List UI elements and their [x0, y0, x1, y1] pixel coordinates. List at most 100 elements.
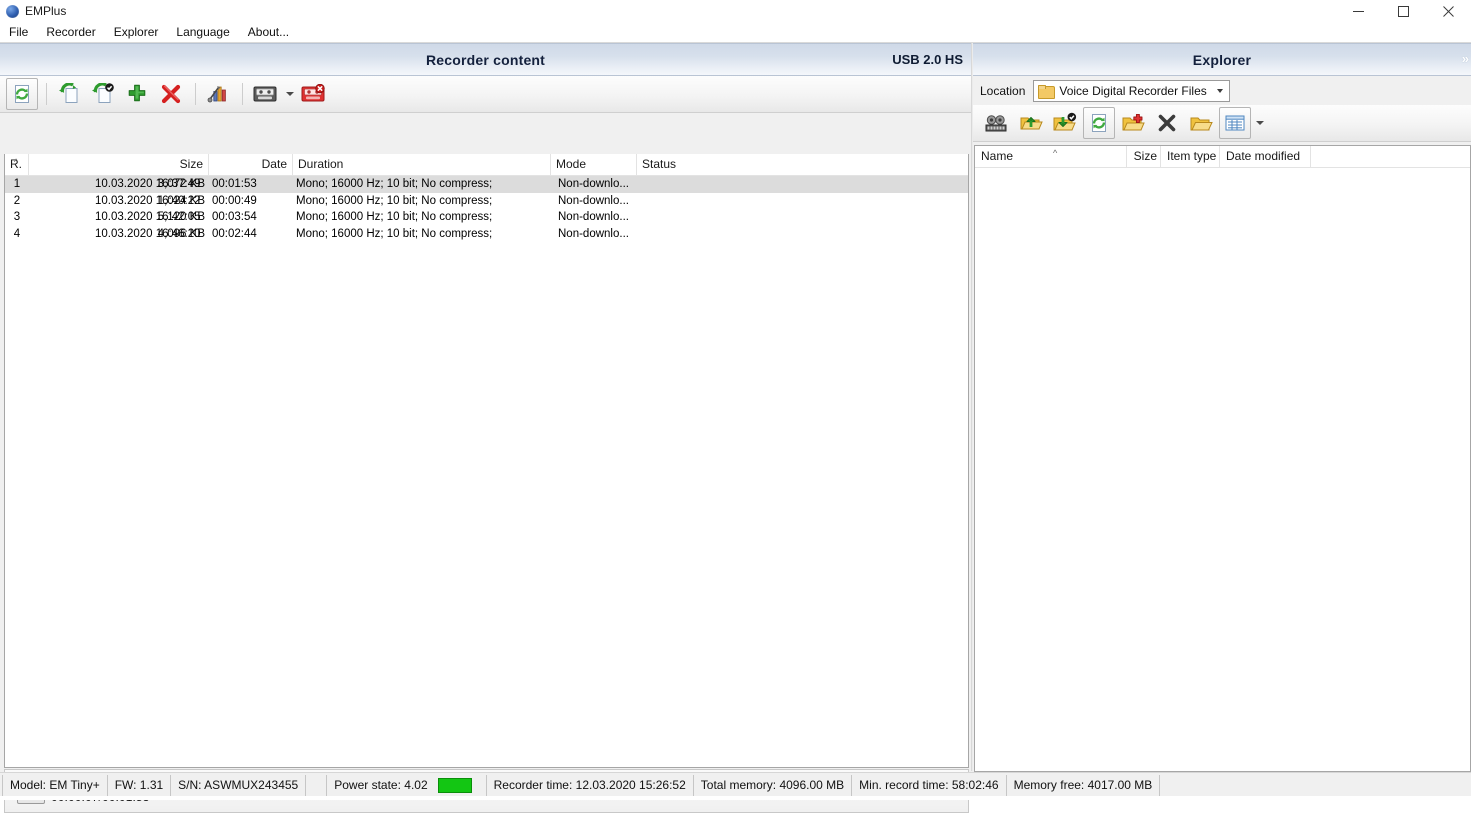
signal-tools-button[interactable] — [202, 78, 234, 110]
explorer-location-bar: Location Voice Digital Recorder Files — [973, 76, 1471, 105]
refresh-page-icon — [1089, 113, 1109, 133]
delete-record-button[interactable] — [155, 78, 187, 110]
delete-file-button[interactable] — [1151, 107, 1183, 139]
column-header-date-modified[interactable]: Date modified — [1220, 146, 1311, 167]
column-header-mode[interactable]: Mode — [551, 154, 637, 175]
cassette-icon — [252, 84, 278, 104]
minimize-icon — [1353, 6, 1364, 17]
explorer-toolbar — [973, 105, 1471, 142]
erase-recorder-button[interactable] — [297, 78, 329, 110]
explorer-file-list[interactable]: Name ^ Size Item type Date modified — [974, 145, 1471, 772]
application-window: EMPlus File Recorder Explore — [0, 0, 1471, 800]
menu-file[interactable]: File — [0, 24, 37, 42]
location-dropdown-button[interactable] — [1211, 89, 1229, 93]
location-value: Voice Digital Recorder Files — [1059, 84, 1211, 98]
status-serial-number: S/N: ASWMUX243455 — [171, 775, 306, 796]
location-select[interactable]: Voice Digital Recorder Files — [1033, 80, 1230, 102]
menu-about[interactable]: About... — [239, 24, 298, 42]
recorder-panel-header: Recorder content USB 2.0 HS — [0, 43, 971, 76]
recorder-settings-dropdown[interactable] — [283, 79, 297, 109]
download-all-button[interactable] — [87, 78, 119, 110]
column-header-size[interactable]: Size — [1127, 146, 1161, 167]
window-title: EMPlus — [25, 3, 66, 20]
folder-new-icon — [1121, 112, 1145, 134]
explorer-list-header: Name ^ Size Item type Date modified — [975, 146, 1470, 168]
green-plus-icon — [126, 83, 148, 105]
column-header-r[interactable]: ^ R. — [5, 154, 29, 175]
column-header-item-type[interactable]: Item type — [1161, 146, 1220, 167]
chevron-down-icon — [1217, 89, 1223, 93]
minimize-button[interactable] — [1336, 0, 1381, 23]
statusbar-bottom-edge — [0, 796, 1471, 800]
recorder-content-panel: Recorder content USB 2.0 HS — [0, 43, 971, 771]
location-label: Location — [980, 84, 1025, 98]
status-memory-free: Memory free: 4017.00 MB — [1007, 775, 1161, 796]
download-file-icon — [57, 83, 81, 105]
cassette-delete-icon — [300, 84, 326, 104]
refresh-explorer-button[interactable] — [1083, 107, 1115, 139]
table-row[interactable]: 2 1,024 KB 10.03.2020 16:40:22 00:00:49 … — [5, 193, 968, 210]
audio-tools-icon — [206, 83, 230, 105]
menu-recorder[interactable]: Recorder — [37, 24, 104, 42]
view-mode-dropdown[interactable] — [1253, 108, 1267, 138]
view-details-icon — [1225, 115, 1245, 131]
audio-convert-icon — [984, 112, 1010, 134]
chevron-down-icon — [1256, 121, 1264, 125]
folder-up-icon — [1019, 112, 1043, 134]
recorder-toolbar — [0, 76, 971, 113]
status-min-record-time: Min. record time: 58:02:46 — [852, 775, 1006, 796]
window-controls — [1336, 0, 1471, 23]
download-file-check-icon — [90, 83, 116, 105]
menu-explorer[interactable]: Explorer — [105, 24, 168, 42]
overflow-chevron-icon[interactable]: » — [1462, 51, 1469, 66]
window-titlebar: EMPlus — [0, 0, 1471, 23]
status-power-state: Power state: 4.02 — [326, 775, 486, 796]
menu-language[interactable]: Language — [167, 24, 238, 42]
table-row[interactable]: 3 5,120 KB 10.03.2020 16:42:05 00:03:54 … — [5, 209, 968, 226]
convert-files-button[interactable] — [981, 107, 1013, 139]
close-button[interactable] — [1426, 0, 1471, 23]
chevron-down-icon — [286, 92, 294, 96]
column-header-status[interactable]: Status — [637, 154, 967, 175]
column-header-date[interactable]: Date — [209, 154, 293, 175]
column-header-name[interactable]: Name ^ — [975, 146, 1127, 167]
recorder-settings-button[interactable] — [249, 78, 281, 110]
new-folder-button[interactable] — [1117, 107, 1149, 139]
folder-open-icon — [1189, 112, 1213, 134]
toolbar-separator-2 — [195, 83, 196, 105]
red-x-icon — [160, 83, 182, 105]
usb-connection-status: USB 2.0 HS — [892, 44, 963, 75]
table-row[interactable]: 1 3,072 KB 10.03.2020 16:37:49 00:01:53 … — [5, 176, 968, 193]
status-firmware: FW: 1.31 — [108, 775, 171, 796]
column-header-size[interactable]: Size — [29, 154, 209, 175]
view-mode-button[interactable] — [1219, 107, 1251, 139]
toolbar-separator-3 — [242, 83, 243, 105]
open-folder-up-button[interactable] — [1015, 107, 1047, 139]
explorer-panel-header: Explorer » — [973, 43, 1471, 76]
recorder-panel-title: Recorder content — [426, 52, 545, 68]
status-recorder-time: Recorder time: 12.03.2020 15:26:52 — [487, 775, 694, 796]
download-selected-button[interactable] — [53, 78, 85, 110]
status-total-memory: Total memory: 4096.00 MB — [694, 775, 852, 796]
add-record-button[interactable] — [121, 78, 153, 110]
recorder-file-list[interactable]: ^ R. Size Date Duration Mode Status 1 3,… — [4, 154, 969, 768]
toolbar-separator — [46, 83, 47, 105]
battery-indicator — [438, 778, 472, 793]
save-folder-button[interactable] — [1049, 107, 1081, 139]
recorder-list-header: ^ R. Size Date Duration Mode Status — [5, 154, 968, 176]
column-header-filler[interactable] — [1311, 146, 1470, 167]
table-row[interactable]: 4 4,096 KB 10.03.2020 16:46:20 00:02:44 … — [5, 226, 968, 243]
explorer-panel: Explorer » Location Voice Digital Record… — [973, 43, 1471, 771]
folder-icon — [1038, 85, 1053, 97]
app-circle-icon — [6, 5, 19, 18]
close-icon — [1443, 6, 1454, 17]
recorder-list-body: 1 3,072 KB 10.03.2020 16:37:49 00:01:53 … — [5, 176, 968, 242]
refresh-content-button[interactable] — [6, 78, 38, 110]
menubar: File Recorder Explorer Language About... — [0, 23, 1471, 42]
maximize-button[interactable] — [1381, 0, 1426, 23]
open-folder-button[interactable] — [1185, 107, 1217, 139]
column-header-duration[interactable]: Duration — [293, 154, 551, 175]
sort-ascending-icon: ^ — [1053, 145, 1057, 164]
refresh-page-icon — [12, 84, 32, 104]
status-model: Model: EM Tiny+ — [2, 775, 108, 796]
